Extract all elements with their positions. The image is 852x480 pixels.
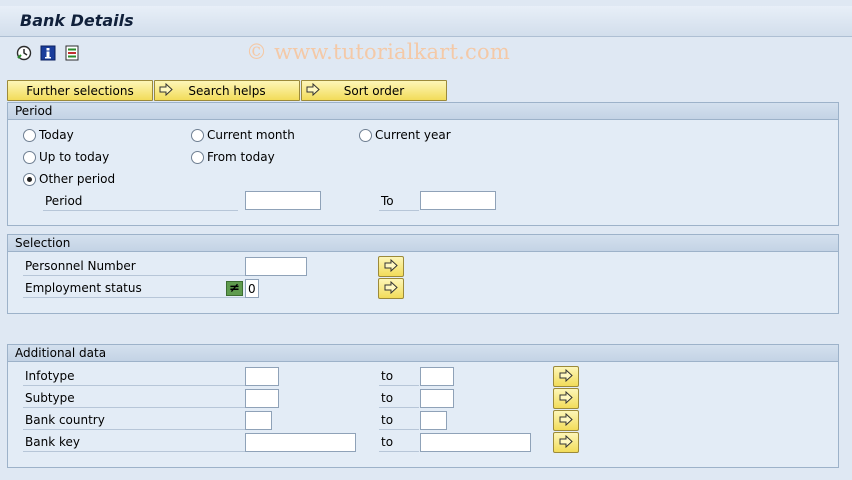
additional-data-group: Additional data Infotype to Subtype to B… xyxy=(7,344,839,468)
infotype-label: Infotype xyxy=(23,367,245,386)
subtype-to-label: to xyxy=(379,389,419,408)
period-from-input[interactable] xyxy=(245,191,321,210)
bank-country-to-label: to xyxy=(379,411,419,430)
search-helps-label: Search helps xyxy=(188,83,266,98)
not-equal-operator-icon[interactable]: ≠ xyxy=(226,281,243,296)
arrow-right-icon xyxy=(384,280,398,297)
subtype-label: Subtype xyxy=(23,389,245,408)
radio-today[interactable]: Today xyxy=(23,128,74,142)
employment-status-label: Employment status xyxy=(23,279,245,298)
execute-icon[interactable] xyxy=(16,45,32,61)
bank-key-to-label: to xyxy=(379,433,419,452)
arrow-right-icon xyxy=(384,258,398,275)
further-selections-button[interactable]: Further selections xyxy=(7,80,153,101)
radio-from-today[interactable]: From today xyxy=(191,150,275,164)
radio-current-month-label: Current month xyxy=(207,128,295,142)
period-group: Period Today Current month Current year … xyxy=(7,102,839,226)
radio-up-to-today-label: Up to today xyxy=(39,150,110,164)
period-to-input[interactable] xyxy=(420,191,496,210)
radio-current-year[interactable]: Current year xyxy=(359,128,451,142)
search-helps-button[interactable]: Search helps xyxy=(154,80,300,101)
radio-circle xyxy=(359,128,372,142)
infotype-from-input[interactable] xyxy=(245,367,279,386)
radio-from-today-label: From today xyxy=(207,150,275,164)
arrow-right-icon xyxy=(559,390,573,407)
period-to-label: To xyxy=(379,192,419,211)
arrow-right-icon xyxy=(306,82,320,99)
bank-country-multiple-selection-button[interactable] xyxy=(553,410,579,431)
bank-key-from-input[interactable] xyxy=(245,433,356,452)
personnel-number-label: Personnel Number xyxy=(23,257,245,276)
sort-order-button[interactable]: Sort order xyxy=(301,80,447,101)
period-label: Period xyxy=(43,192,238,211)
selection-group: Selection Personnel Number Employment st… xyxy=(7,234,839,314)
bank-key-multiple-selection-button[interactable] xyxy=(553,432,579,453)
employment-status-multiple-selection-button[interactable] xyxy=(378,278,404,299)
radio-dot xyxy=(27,176,32,182)
personnel-number-multiple-selection-button[interactable] xyxy=(378,256,404,277)
infotype-to-input[interactable] xyxy=(420,367,454,386)
subtype-from-input[interactable] xyxy=(245,389,279,408)
bank-country-label: Bank country xyxy=(23,411,245,430)
period-group-title: Period xyxy=(8,103,838,120)
further-selections-label: Further selections xyxy=(26,83,134,98)
variants-icon[interactable] xyxy=(64,45,80,61)
radio-circle xyxy=(191,150,204,164)
page-title: Bank Details xyxy=(20,11,134,30)
employment-status-input[interactable] xyxy=(245,279,259,298)
title-bar: Bank Details xyxy=(0,6,852,37)
arrow-right-icon xyxy=(559,368,573,385)
bank-country-from-input[interactable] xyxy=(245,411,272,430)
radio-circle xyxy=(23,150,36,164)
sort-order-label: Sort order xyxy=(343,83,405,98)
info-icon[interactable] xyxy=(40,45,56,61)
selection-group-title: Selection xyxy=(8,235,838,252)
radio-current-year-label: Current year xyxy=(375,128,451,142)
personnel-number-input[interactable] xyxy=(245,257,307,276)
radio-up-to-today[interactable]: Up to today xyxy=(23,150,109,164)
radio-today-label: Today xyxy=(39,128,74,142)
infotype-multiple-selection-button[interactable] xyxy=(553,366,579,387)
watermark-text: © www.tutorialkart.com xyxy=(246,40,510,64)
bank-key-to-input[interactable] xyxy=(420,433,531,452)
arrow-right-icon xyxy=(559,412,573,429)
radio-circle xyxy=(23,128,36,142)
arrow-right-icon xyxy=(159,82,173,99)
radio-other-period[interactable]: Other period xyxy=(23,172,115,186)
radio-current-month[interactable]: Current month xyxy=(191,128,295,142)
subtype-to-input[interactable] xyxy=(420,389,454,408)
bank-country-to-input[interactable] xyxy=(420,411,447,430)
infotype-to-label: to xyxy=(379,367,419,386)
radio-circle xyxy=(191,128,204,142)
radio-circle-selected xyxy=(23,172,36,186)
arrow-right-icon xyxy=(559,434,573,451)
radio-other-period-label: Other period xyxy=(39,172,116,186)
subtype-multiple-selection-button[interactable] xyxy=(553,388,579,409)
additional-data-group-title: Additional data xyxy=(8,345,838,362)
bank-key-label: Bank key xyxy=(23,433,245,452)
